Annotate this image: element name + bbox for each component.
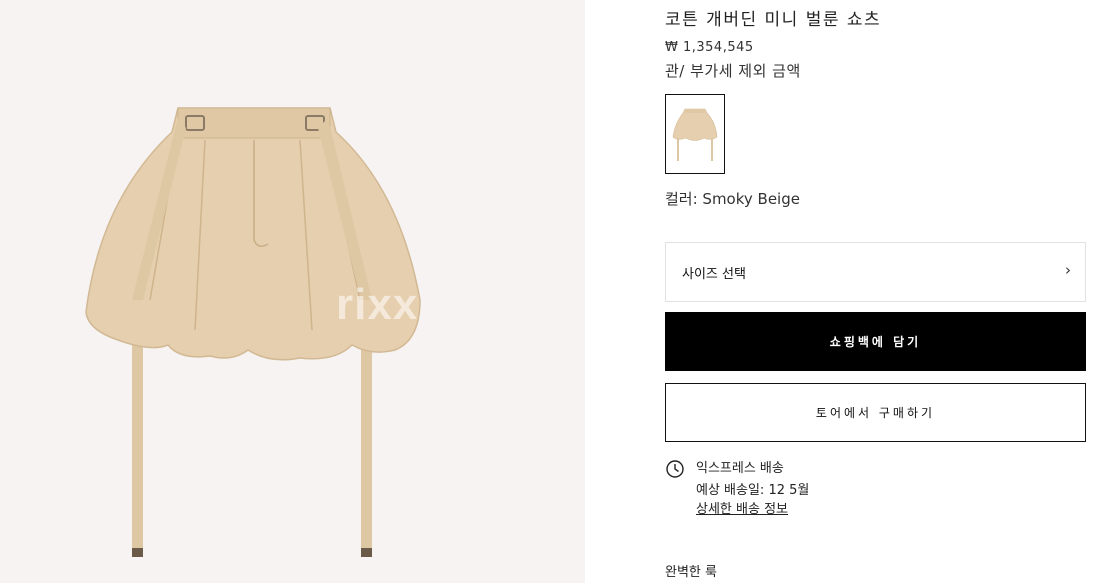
tax-note: 관/ 부가세 제외 금액 — [665, 62, 801, 80]
image-watermark: rixx — [336, 280, 419, 329]
waistband — [177, 107, 331, 139]
right-strap-tip — [361, 548, 372, 557]
delivery-estimate: 예상 배송일: 12 5월 — [696, 483, 810, 498]
selected-color-label: 컬러: Smoky Beige — [665, 190, 800, 208]
clock-icon — [666, 460, 684, 478]
delivery-info: 익스프레스 배송 예상 배송일: 12 5월 상세한 배송 정보 — [665, 457, 1086, 523]
product-price: ₩ 1,354,545 — [665, 40, 754, 55]
buy-in-store-button[interactable]: 토어에서 구매하기 — [665, 383, 1086, 442]
product-image-panel: rixx — [0, 0, 585, 583]
color-swatch-thumbnail[interactable] — [665, 94, 725, 174]
product-page: rixx 코튼 개버딘 미니 벌룬 쇼츠 ₩ 1,354,545 관/ 부가세 … — [0, 0, 1103, 583]
add-to-bag-button[interactable]: 쇼핑백에 담기 — [665, 312, 1086, 371]
delivery-details-link[interactable]: 상세한 배송 정보 — [696, 498, 788, 517]
swatch-image — [672, 108, 718, 161]
delivery-method: 익스프레스 배송 — [696, 461, 784, 476]
product-image — [85, 107, 421, 557]
size-select-dropdown[interactable]: 사이즈 선택 › — [665, 242, 1086, 302]
complete-look-heading: 완벽한 룩 — [665, 565, 717, 580]
chevron-right-icon: › — [1065, 261, 1071, 279]
product-title: 코튼 개버딘 미니 벌룬 쇼츠 — [665, 10, 882, 30]
left-strap-tip — [132, 548, 143, 557]
size-select-label: 사이즈 선택 — [682, 267, 746, 282]
